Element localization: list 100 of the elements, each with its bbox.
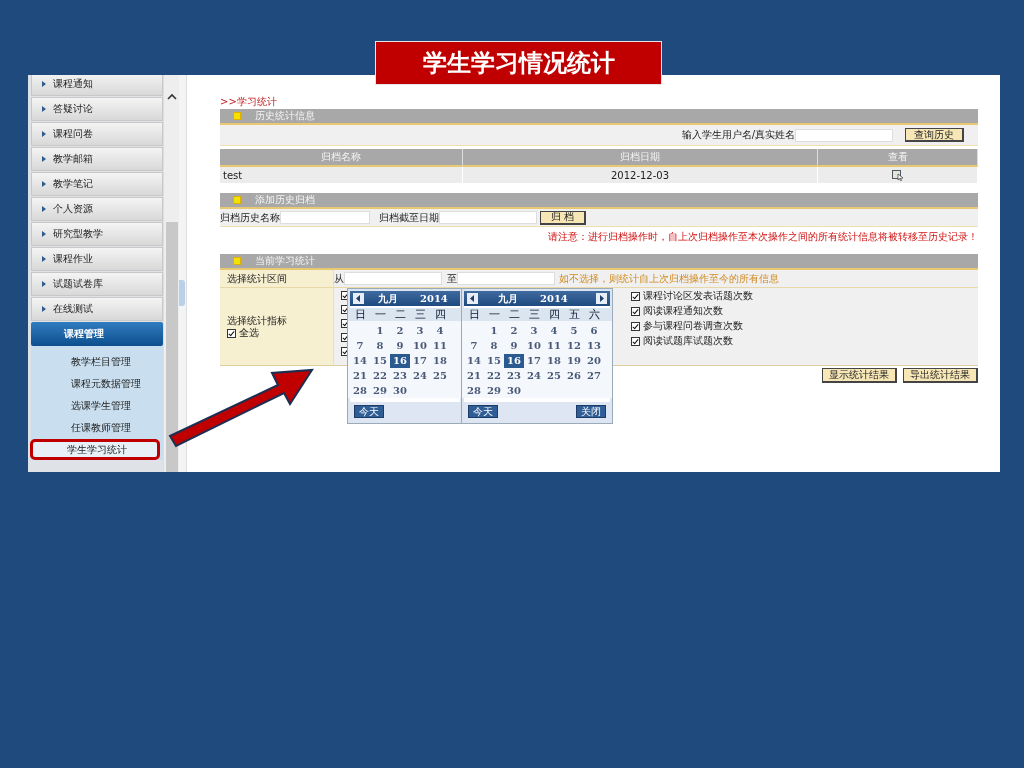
scroll-up-icon[interactable]: [166, 93, 177, 100]
calendar-day[interactable]: 2: [390, 323, 410, 338]
action-button[interactable]: 导出统计结果: [903, 368, 978, 383]
calendar-day[interactable]: 13: [584, 338, 604, 353]
start-date-field[interactable]: [344, 272, 442, 285]
calendar-day[interactable]: 9: [390, 338, 410, 353]
calendar-day[interactable]: 6: [584, 323, 604, 338]
indicator-checkbox[interactable]: 阅读试题库试题次数: [631, 336, 753, 347]
sidebar-subitem[interactable]: 任课教师管理: [34, 417, 160, 438]
calendar-day[interactable]: 21: [350, 368, 370, 383]
calendar-day[interactable]: 7: [464, 338, 484, 353]
calendar-day[interactable]: 16: [390, 353, 410, 368]
previous-month-icon[interactable]: [353, 293, 364, 304]
sidebar-item[interactable]: 研究型教学: [31, 222, 163, 246]
sidebar-item[interactable]: 教学笔记: [31, 172, 163, 196]
sidebar-item[interactable]: 课程通知: [31, 75, 163, 96]
calendar-day[interactable]: 28: [350, 383, 370, 398]
calendar-day[interactable]: 15: [484, 353, 504, 368]
calendar-day[interactable]: 25: [430, 368, 450, 383]
calendar-day[interactable]: 1: [484, 323, 504, 338]
calendar-day[interactable]: 25: [544, 368, 564, 383]
calendar-button[interactable]: 今天: [468, 405, 498, 418]
calendar-day[interactable]: 22: [370, 368, 390, 383]
calendar-day[interactable]: 16: [504, 353, 524, 368]
next-month-icon[interactable]: [596, 293, 607, 304]
calendar-day[interactable]: 28: [464, 383, 484, 398]
sidebar-subitem[interactable]: 选课学生管理: [34, 395, 160, 416]
sidebar-item[interactable]: 课程作业: [31, 247, 163, 271]
sidebar-item[interactable]: 试题试卷库: [31, 272, 163, 296]
calendar-year[interactable]: 2014: [540, 293, 596, 304]
collapse-handle[interactable]: [179, 280, 185, 306]
calendar-day[interactable]: 27: [584, 368, 604, 383]
calendar-day[interactable]: 29: [370, 383, 390, 398]
calendar-day[interactable]: 29: [484, 383, 504, 398]
calendar-month[interactable]: 九月: [498, 291, 518, 306]
scrollbar-thumb[interactable]: [165, 222, 178, 472]
calendar-day[interactable]: 21: [464, 368, 484, 383]
sidebar-subitem[interactable]: 课程元数据管理: [34, 373, 160, 394]
sidebar-subitem[interactable]: 教学栏目管理: [34, 351, 160, 372]
calendar-day[interactable]: 14: [350, 353, 370, 368]
calendar-day[interactable]: 10: [524, 338, 544, 353]
calendar-day[interactable]: 18: [430, 353, 450, 368]
sidebar-item[interactable]: 教学邮箱: [31, 147, 163, 171]
search-field[interactable]: [795, 128, 893, 142]
calendar-button[interactable]: 今天: [354, 405, 384, 418]
archive-button[interactable]: 归 档: [540, 210, 587, 225]
sidebar-item[interactable]: 在线测试: [31, 297, 163, 321]
sidebar-item[interactable]: 答疑讨论: [31, 97, 163, 121]
view-icon[interactable]: [891, 169, 904, 181]
archive-name-field[interactable]: [280, 211, 370, 224]
calendar-day[interactable]: 24: [410, 368, 430, 383]
calendar-day[interactable]: 18: [544, 353, 564, 368]
calendar-day[interactable]: 17: [524, 353, 544, 368]
calendar-day[interactable]: 12: [564, 338, 584, 353]
calendar-day[interactable]: 23: [390, 368, 410, 383]
calendar-day[interactable]: 1: [370, 323, 390, 338]
calendar-day[interactable]: 17: [410, 353, 430, 368]
previous-month-icon[interactable]: [467, 293, 478, 304]
checkbox-icon[interactable]: [631, 337, 640, 346]
calendar-day[interactable]: 9: [504, 338, 524, 353]
checkbox-icon[interactable]: [227, 329, 236, 338]
calendar-day[interactable]: 15: [370, 353, 390, 368]
calendar-day[interactable]: 24: [524, 368, 544, 383]
calendar-day[interactable]: 2: [504, 323, 524, 338]
calendar-day[interactable]: 5: [564, 323, 584, 338]
calendar-day[interactable]: 19: [564, 353, 584, 368]
calendar-day[interactable]: 11: [544, 338, 564, 353]
calendar-day[interactable]: 22: [484, 368, 504, 383]
indicator-checkbox[interactable]: 参与课程问卷调查次数: [631, 321, 753, 332]
sidebar-item[interactable]: 课程问卷: [31, 122, 163, 146]
calendar-day[interactable]: 3: [410, 323, 430, 338]
scrollbar[interactable]: [163, 75, 179, 472]
calendar-year[interactable]: 2014: [420, 293, 448, 304]
select-all-checkbox[interactable]: 全选: [227, 328, 333, 339]
calendar-day[interactable]: 7: [350, 338, 370, 353]
calendar-day[interactable]: 4: [544, 323, 564, 338]
calendar-day[interactable]: 30: [504, 383, 524, 398]
calendar-button[interactable]: 关闭: [576, 405, 606, 418]
calendar-day[interactable]: 10: [410, 338, 430, 353]
calendar-day[interactable]: 30: [390, 383, 410, 398]
checkbox-icon[interactable]: [631, 307, 640, 316]
search-button[interactable]: 查询历史: [905, 128, 964, 142]
action-button[interactable]: 显示统计结果: [822, 368, 897, 383]
calendar-day[interactable]: 11: [430, 338, 450, 353]
calendar-day[interactable]: 20: [584, 353, 604, 368]
sidebar-group-header[interactable]: 课程管理: [31, 322, 163, 346]
indicator-checkbox[interactable]: 课程讨论区发表话题次数: [631, 291, 753, 302]
calendar-month[interactable]: 九月: [378, 291, 398, 306]
calendar-day[interactable]: 8: [370, 338, 390, 353]
sidebar-subitem[interactable]: 学生学习统计: [30, 439, 160, 460]
checkbox-icon[interactable]: [631, 322, 640, 331]
calendar-day[interactable]: 26: [564, 368, 584, 383]
checkbox-icon[interactable]: [631, 292, 640, 301]
calendar-day[interactable]: 3: [524, 323, 544, 338]
end-date-field[interactable]: [457, 272, 555, 285]
calendar-day[interactable]: 14: [464, 353, 484, 368]
calendar-day[interactable]: 23: [504, 368, 524, 383]
indicator-checkbox[interactable]: 阅读课程通知次数: [631, 306, 753, 317]
calendar-day[interactable]: 8: [484, 338, 504, 353]
archive-date-field[interactable]: [439, 211, 537, 224]
